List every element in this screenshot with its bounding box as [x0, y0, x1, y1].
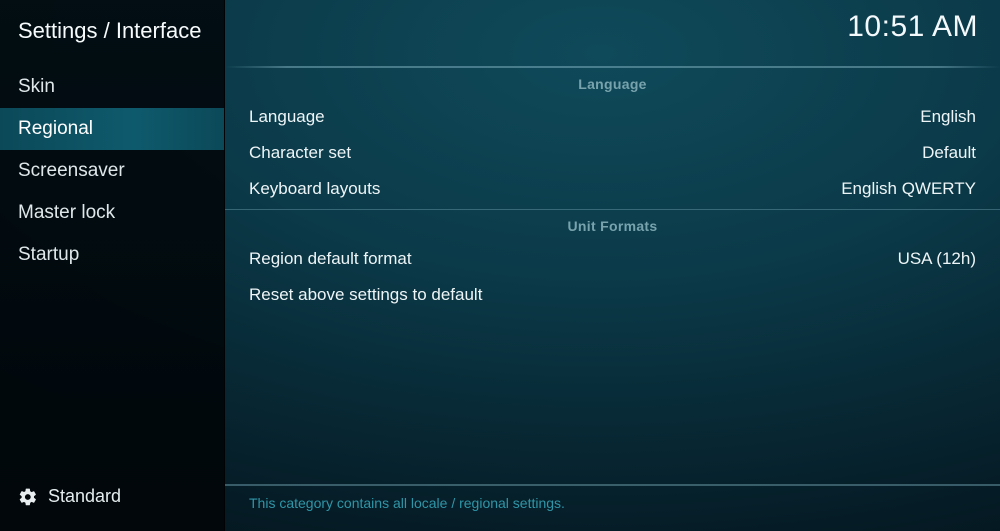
- setting-label: Region default format: [249, 249, 412, 269]
- gear-icon: [18, 487, 38, 507]
- sidebar-item-startup[interactable]: Startup: [0, 234, 224, 276]
- header: 10:51 AM: [225, 0, 1000, 66]
- sidebar: Settings / Interface Skin Regional Scree…: [0, 0, 225, 531]
- setting-row-keyboard-layouts[interactable]: Keyboard layouts English QWERTY: [225, 171, 1000, 207]
- setting-label: Reset above settings to default: [249, 285, 482, 305]
- sidebar-item-master-lock[interactable]: Master lock: [0, 192, 224, 234]
- setting-label: Language: [249, 107, 325, 127]
- setting-value: English QWERTY: [841, 179, 976, 199]
- section-header-unit-formats: Unit Formats: [225, 210, 1000, 241]
- app-window: Settings / Interface Skin Regional Scree…: [0, 0, 1000, 531]
- sidebar-item-screensaver[interactable]: Screensaver: [0, 150, 224, 192]
- settings-level-button[interactable]: Standard: [0, 472, 224, 531]
- setting-value: Default: [922, 143, 976, 163]
- setting-row-reset-defaults[interactable]: Reset above settings to default: [225, 277, 1000, 313]
- sidebar-item-regional[interactable]: Regional: [0, 108, 224, 150]
- sidebar-items: Skin Regional Screensaver Master lock St…: [0, 66, 224, 472]
- setting-value: English: [920, 107, 976, 127]
- section-header-language: Language: [225, 68, 1000, 99]
- setting-row-language[interactable]: Language English: [225, 99, 1000, 135]
- settings-content: Language Language English Character set …: [225, 66, 1000, 484]
- setting-label: Character set: [249, 143, 351, 163]
- category-description: This category contains all locale / regi…: [225, 484, 1000, 531]
- setting-value: USA (12h): [898, 249, 976, 269]
- setting-row-character-set[interactable]: Character set Default: [225, 135, 1000, 171]
- category-description-text: This category contains all locale / regi…: [249, 495, 565, 511]
- setting-label: Keyboard layouts: [249, 179, 380, 199]
- breadcrumb: Settings / Interface: [0, 0, 224, 66]
- settings-level-label: Standard: [48, 486, 121, 507]
- sidebar-item-skin[interactable]: Skin: [0, 66, 224, 108]
- setting-row-region-default-format[interactable]: Region default format USA (12h): [225, 241, 1000, 277]
- main-panel: 10:51 AM Language Language English Chara…: [225, 0, 1000, 531]
- clock: 10:51 AM: [847, 10, 978, 44]
